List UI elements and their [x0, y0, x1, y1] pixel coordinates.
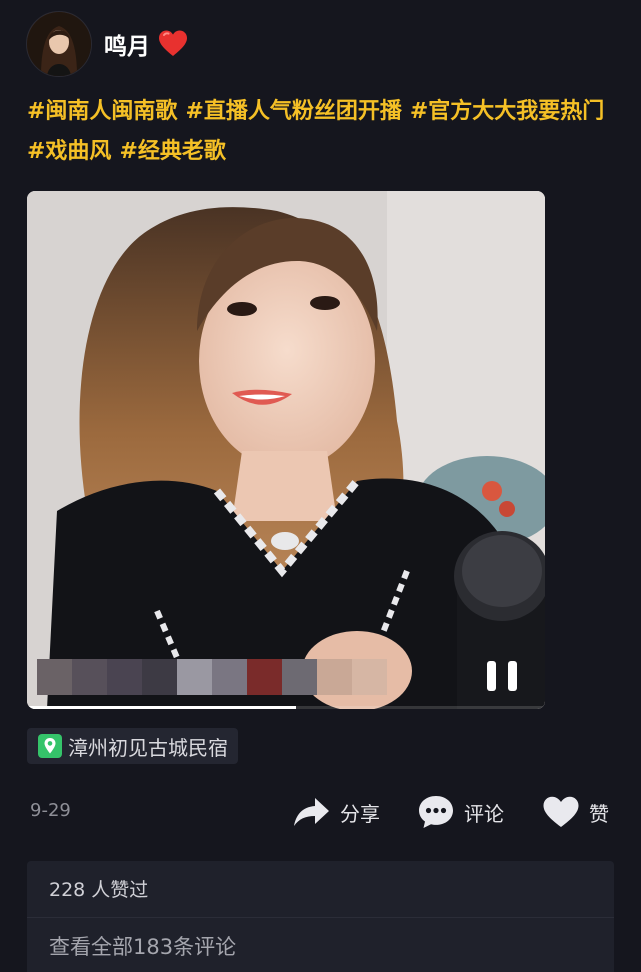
pause-icon[interactable] — [487, 661, 517, 695]
post-date: 9-29 — [30, 800, 71, 821]
video-player[interactable] — [27, 191, 545, 709]
post-header: 鸣月 — [26, 11, 188, 77]
red-heart-emoji-icon — [158, 29, 188, 59]
video-progress-bar[interactable] — [27, 706, 545, 709]
video-frame — [27, 191, 545, 709]
hashtag-link[interactable]: #闽南人闽南歌 — [27, 99, 177, 124]
video-progress-fill — [27, 706, 297, 709]
view-all-comments-link[interactable]: 查看全部183条评论 — [49, 931, 236, 961]
comment-button[interactable]: 评论 — [417, 792, 504, 832]
avatar-photo — [27, 12, 91, 76]
location-label: 漳州初见古城民宿 — [68, 735, 228, 760]
share-icon — [294, 798, 329, 826]
author-avatar[interactable] — [26, 11, 92, 77]
post-stats-panel: 228 人赞过 查看全部183条评论 — [27, 861, 614, 972]
location-pin-icon — [38, 734, 62, 758]
heart-icon — [543, 796, 579, 827]
like-button[interactable]: 赞 — [542, 792, 609, 832]
post-hashtags: #闽南人闽南歌 #直播人气粉丝团开播 #官方大大我要热门 #戏曲风 #经典老歌 — [27, 92, 617, 172]
comment-label: 评论 — [464, 801, 504, 826]
like-label: 赞 — [589, 801, 609, 826]
share-button[interactable]: 分享 — [293, 792, 380, 832]
location-tag[interactable]: 漳州初见古城民宿 — [27, 728, 238, 764]
comment-icon — [419, 796, 453, 828]
post-detail-page: 鸣月 #闽南人闽南歌 #直播人气粉丝团开播 #官方大大我要热门 #戏曲风 #经典老歌 — [0, 0, 641, 972]
hashtag-link[interactable]: #经典老歌 — [119, 139, 225, 164]
hashtag-link[interactable]: #直播人气粉丝团开播 — [185, 99, 401, 124]
likes-count[interactable]: 228 人赞过 — [49, 875, 148, 902]
blurred-watermark — [37, 659, 387, 695]
hashtag-link[interactable]: #官方大大我要热门 — [410, 99, 604, 124]
hashtag-link[interactable]: #戏曲风 — [27, 139, 111, 164]
post-actions-row: 9-29 分享 评论 赞 — [0, 790, 641, 834]
divider — [27, 917, 614, 918]
share-label: 分享 — [340, 801, 380, 826]
author-name[interactable]: 鸣月 — [104, 27, 150, 61]
